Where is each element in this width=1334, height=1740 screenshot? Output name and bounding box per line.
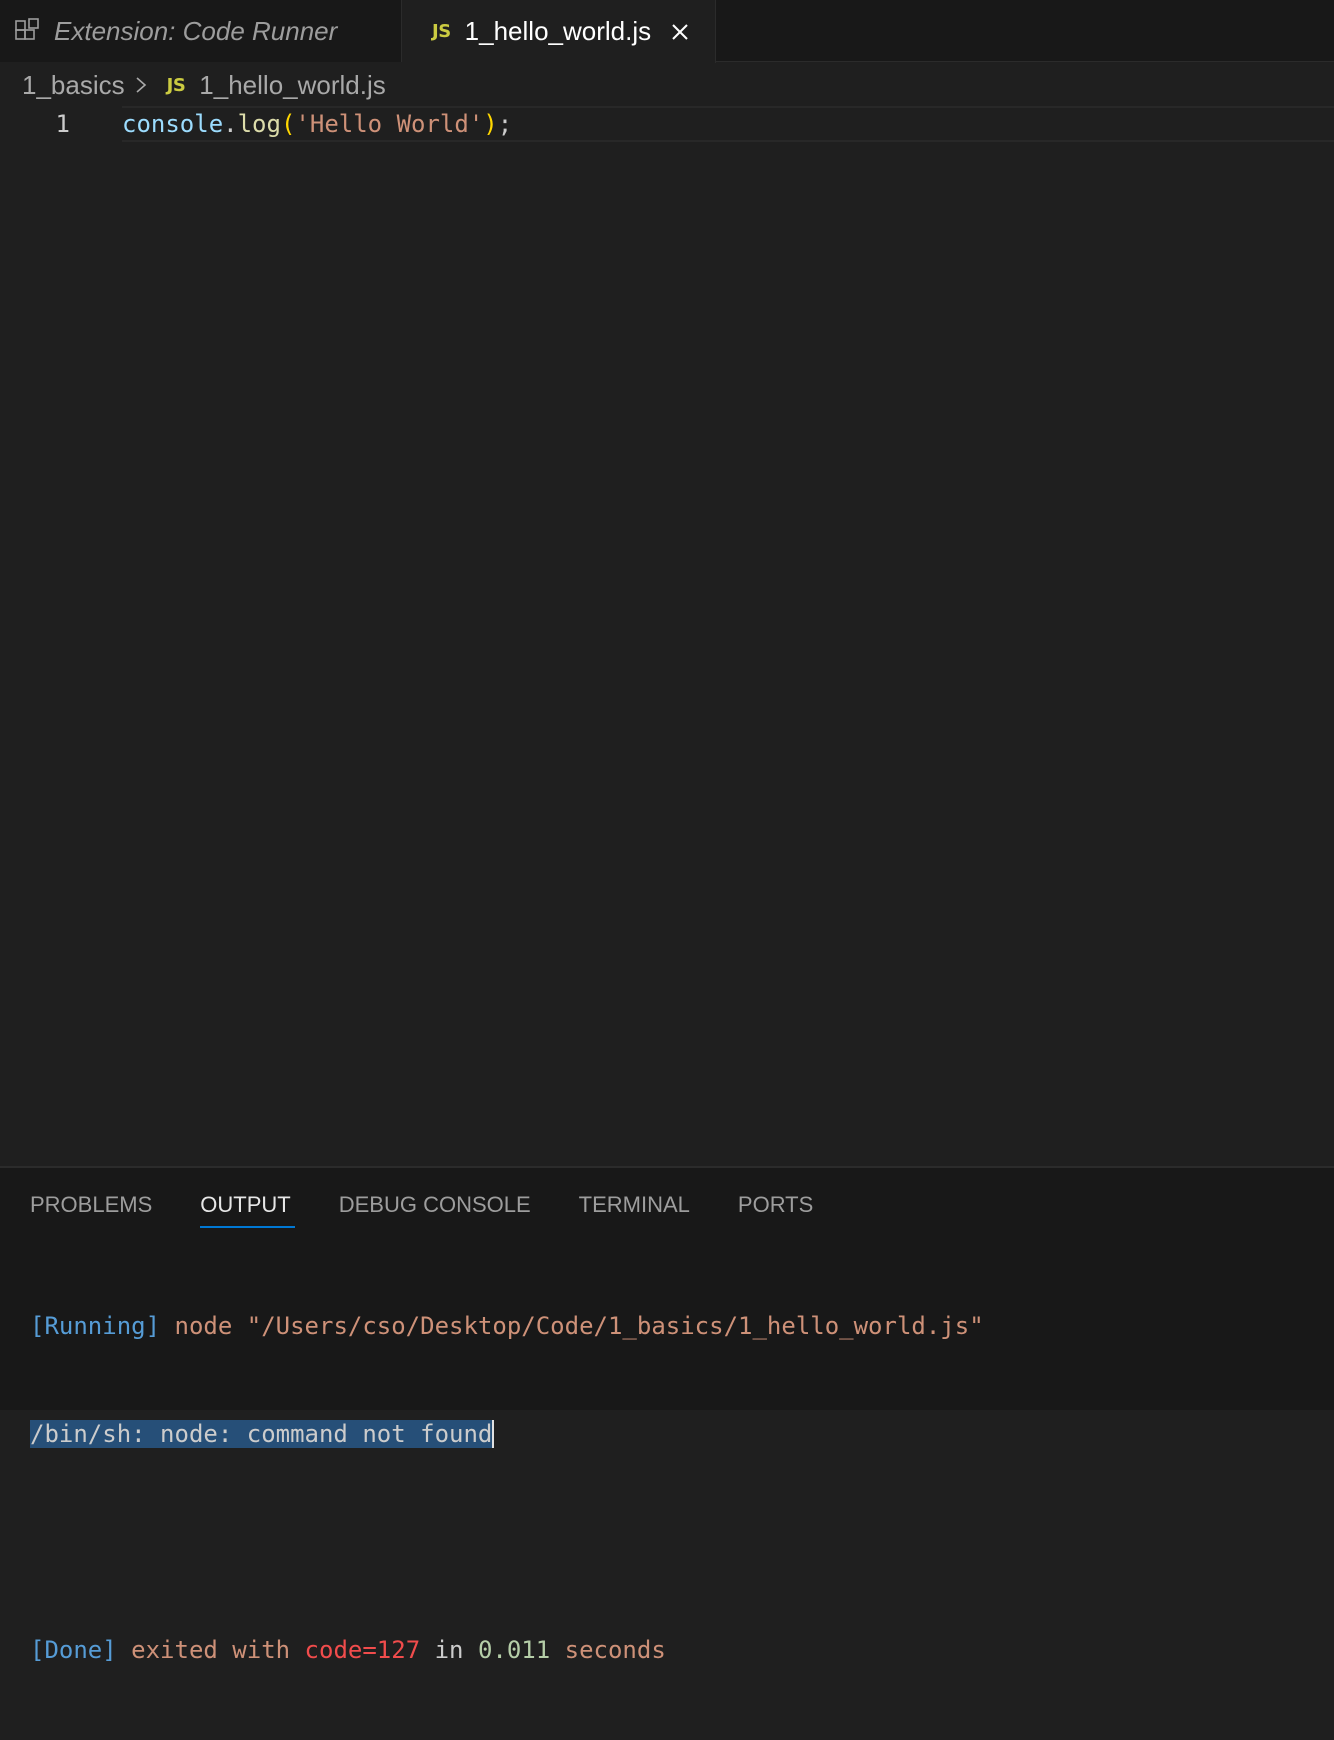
running-command: node "/Users/cso/Desktop/Code/1_basics/1… xyxy=(160,1312,984,1340)
js-file-icon: JS xyxy=(166,74,186,96)
chevron-right-icon xyxy=(133,75,153,95)
done-tag: [Done] xyxy=(30,1636,117,1664)
tab-hello-world-js[interactable]: JS 1_hello_world.js xyxy=(402,0,716,63)
tab-output[interactable]: OUTPUT xyxy=(200,1188,296,1228)
token-close-paren: ) xyxy=(483,110,498,138)
breadcrumb-file[interactable]: 1_hello_world.js xyxy=(199,70,385,101)
token-open-paren: ( xyxy=(280,110,296,138)
selected-error-text[interactable]: /bin/sh: node: command not found xyxy=(30,1420,495,1448)
done-text: exited with xyxy=(116,1636,305,1664)
output-line-running: [Running] node "/Users/cso/Desktop/Code/… xyxy=(30,1308,984,1344)
running-tag: [Running] xyxy=(30,1312,161,1340)
tab-label: 1_hello_world.js xyxy=(464,16,652,46)
done-seconds: seconds xyxy=(550,1636,666,1664)
output-line-error: /bin/sh: node: command not found xyxy=(30,1416,984,1452)
editor-tab-bar: Extension: Code Runner JS 1_hello_world.… xyxy=(0,0,1334,63)
elapsed-time: 0.011 xyxy=(477,1636,551,1664)
close-icon[interactable] xyxy=(667,19,693,45)
done-in: in xyxy=(420,1636,478,1664)
tab-label: Extension: Code Runner xyxy=(54,15,338,46)
code-editor[interactable]: 1 console.log('Hello World'); xyxy=(0,106,1334,1166)
token-function: log xyxy=(237,110,281,138)
tab-debug-console[interactable]: DEBUG CONSOLE xyxy=(339,1188,531,1228)
extensions-icon xyxy=(14,17,42,45)
breadcrumb-folder[interactable]: 1_basics xyxy=(22,70,125,101)
js-file-icon: JS xyxy=(432,21,451,42)
token-string: 'Hello World' xyxy=(295,110,484,138)
breadcrumb: 1_basics JS 1_hello_world.js xyxy=(22,66,386,104)
token-identifier: console xyxy=(122,110,224,138)
output-line-done: [Done] exited with code=127 in 0.011 sec… xyxy=(30,1632,984,1668)
output-line-blank xyxy=(30,1524,984,1560)
token-dot: . xyxy=(223,110,238,138)
tab-extension-code-runner[interactable]: Extension: Code Runner xyxy=(0,0,402,62)
line-number: 1 xyxy=(55,110,70,138)
tab-ports[interactable]: PORTS xyxy=(738,1188,813,1228)
tab-problems[interactable]: PROBLEMS xyxy=(30,1188,152,1228)
code-line[interactable]: console.log('Hello World'); xyxy=(122,106,512,142)
token-semicolon: ; xyxy=(497,110,513,138)
exit-code: code=127 xyxy=(304,1636,421,1664)
panel-tab-bar: PROBLEMS OUTPUT DEBUG CONSOLE TERMINAL P… xyxy=(30,1188,861,1228)
bottom-panel: PROBLEMS OUTPUT DEBUG CONSOLE TERMINAL P… xyxy=(0,1166,1334,1664)
output-log[interactable]: [Running] node "/Users/cso/Desktop/Code/… xyxy=(30,1236,984,1740)
tab-terminal[interactable]: TERMINAL xyxy=(579,1188,690,1228)
